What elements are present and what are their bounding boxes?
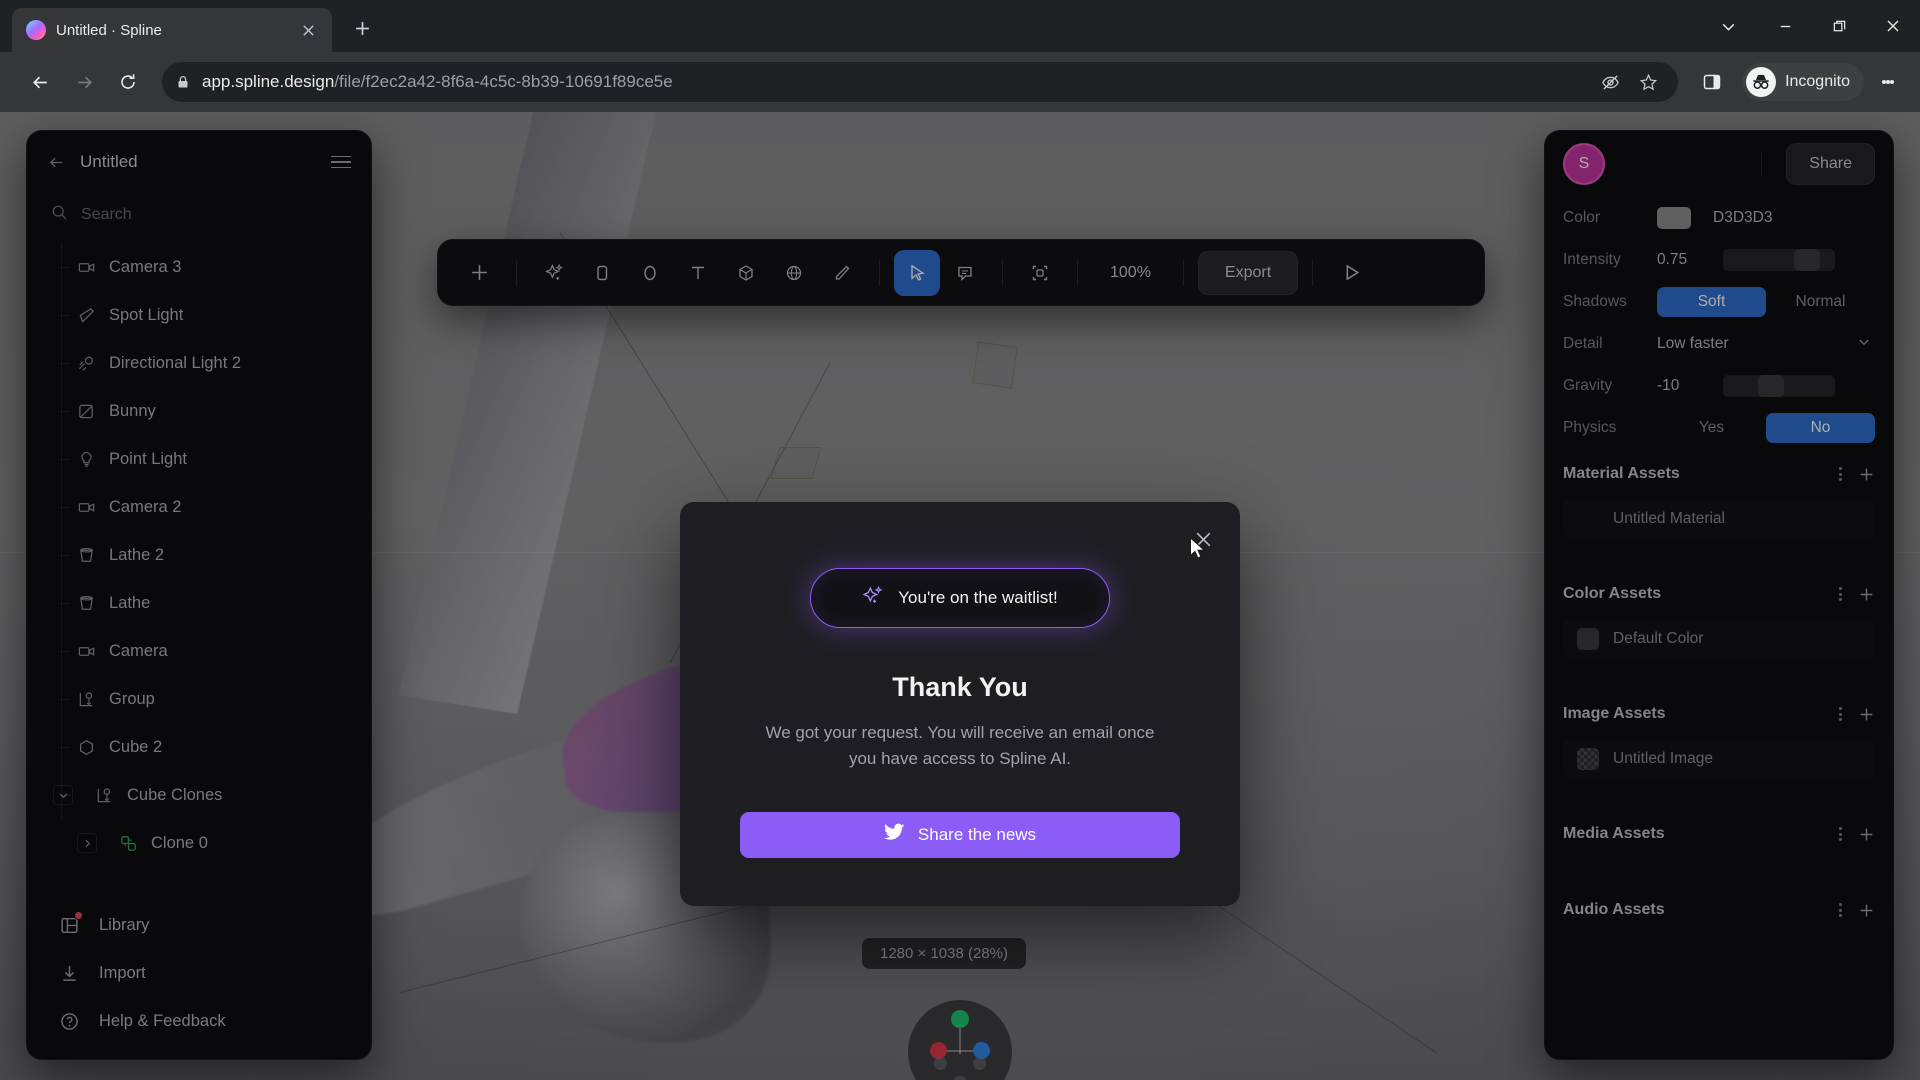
modal-body-text: We got your request. You will receive an… <box>765 723 1155 768</box>
incognito-label: Incognito <box>1785 73 1850 90</box>
share-the-news-label: Share the news <box>917 824 1037 844</box>
waitlist-confirmation-modal: You're on the waitlist! Thank You We got… <box>680 502 1240 906</box>
spline-app: Untitled Search Camera 3 Spot Light Direct… <box>0 112 1920 1080</box>
three-dot-menu-icon[interactable] <box>1868 62 1908 102</box>
new-tab-icon[interactable] <box>346 12 378 44</box>
forward-arrow-icon[interactable] <box>64 62 104 102</box>
close-window-icon[interactable] <box>1866 0 1920 52</box>
address-bar[interactable]: app.spline.design/file/f2ec2a42-8f6a-4c5… <box>162 62 1679 102</box>
url-text: app.spline.design/file/f2ec2a42-8f6a-4c5… <box>202 72 673 92</box>
url-host: app.spline.design <box>202 72 335 91</box>
browser-toolbar: app.spline.design/file/f2ec2a42-8f6a-4c5… <box>0 52 1920 112</box>
omnibox-actions <box>1594 66 1664 98</box>
eye-off-icon[interactable] <box>1594 66 1626 98</box>
tab-strip: Untitled · Spline <box>0 0 1920 52</box>
twitter-bird-icon <box>883 823 905 846</box>
spline-logo-icon <box>26 20 46 40</box>
mouse-pointer <box>1189 536 1207 566</box>
modal-heading: Thank You <box>892 672 1028 702</box>
window-controls <box>1698 0 1920 52</box>
ai-sparkle-icon <box>862 584 885 612</box>
browser-tab[interactable]: Untitled · Spline <box>12 8 332 52</box>
incognito-icon <box>1746 67 1777 97</box>
star-icon[interactable] <box>1632 66 1664 98</box>
url-path: /file/f2ec2a42-8f6a-4c5c-8b39-10691f89ce… <box>334 72 673 91</box>
waitlist-status-text: You're on the waitlist! <box>898 588 1058 607</box>
lock-icon <box>176 75 190 89</box>
back-arrow-icon[interactable] <box>20 62 60 102</box>
side-panel-icon[interactable] <box>1692 62 1732 102</box>
waitlist-status-pill: You're on the waitlist! <box>810 568 1110 628</box>
browser-window: Untitled · Spline app.spline.design/file… <box>0 0 1920 1080</box>
tab-title: Untitled · Spline <box>56 21 162 39</box>
reload-icon[interactable] <box>108 62 148 102</box>
minimize-icon[interactable] <box>1758 0 1812 52</box>
share-the-news-button[interactable]: Share the news <box>740 811 1180 858</box>
chevron-down-icon[interactable] <box>1698 0 1758 52</box>
restore-icon[interactable] <box>1812 0 1866 52</box>
close-tab-icon[interactable] <box>294 16 322 44</box>
incognito-profile-chip[interactable]: Incognito <box>1742 63 1864 101</box>
